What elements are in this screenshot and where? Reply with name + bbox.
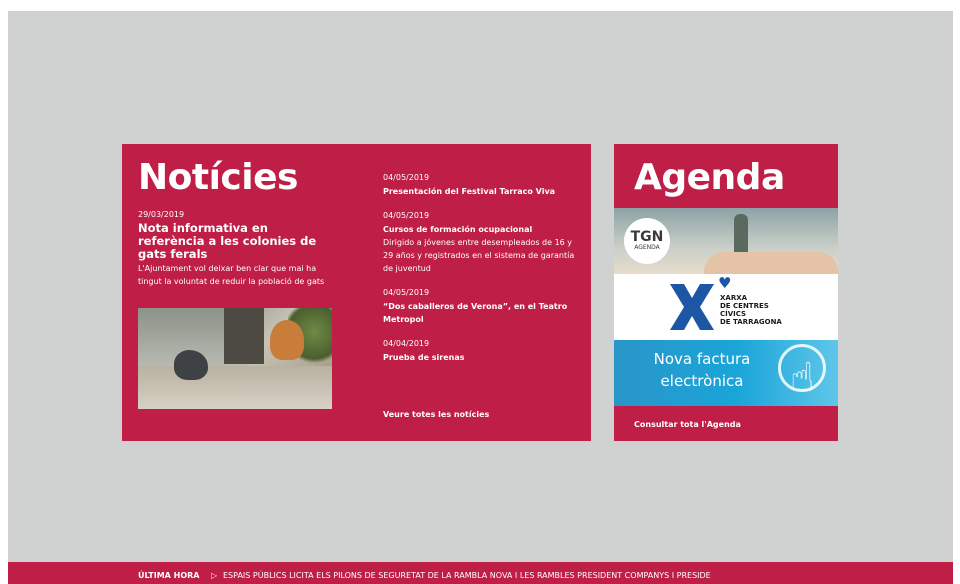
xarxa-line: DE CENTRES [720,302,769,310]
see-all-agenda-link[interactable]: Consultar tota l'Agenda [634,420,741,429]
xarxa-line: CÍVICS [720,310,747,318]
tgn-logo-subtext: AGENDA [634,244,660,251]
news-item-description: Dirigido a jóvenes entre desempleados de… [383,238,575,273]
xarxa-x-icon [670,284,714,330]
image-floor [138,366,332,409]
ticker-headline[interactable]: ESPAIS PÚBLICS LICITA ELS PILONS DE SEGU… [223,571,711,581]
ginger-cat [270,320,304,360]
grey-cat [174,350,208,380]
featured-news-description: L'Ajuntament vol deixar ben clar que mai… [138,264,325,286]
factura-electronica-banner[interactable]: Nova factura electrònica ☝ [614,340,838,406]
news-list-item[interactable]: 04/05/2019 Cursos de formación ocupacion… [383,210,583,275]
news-item-title[interactable]: Cursos de formación ocupacional [383,223,583,236]
news-heading: Notícies [138,157,298,198]
news-item-date: 04/05/2019 [383,173,430,182]
news-item-date: 04/05/2019 [383,211,430,220]
featured-news-date: 29/03/2019 [138,210,185,219]
pointing-hand-icon: ☝ [790,355,815,401]
agenda-panel: Agenda TGN AGENDA ♥ XARXA DE CENTRES CÍV… [614,144,838,441]
news-list-item[interactable]: 04/05/2019 “Dos caballeros de Verona”, e… [383,287,583,326]
news-list: 04/05/2019 Presentación del Festival Tar… [383,172,583,376]
xarxa-line: DE TARRAGONA [720,318,782,326]
page-background: Notícies 29/03/2019 Nota informativa en … [8,11,953,584]
image-doorway [224,308,264,364]
xarxa-line: XARXA [720,294,748,302]
hands-shape [704,252,838,274]
heart-icon: ♥ [718,274,732,292]
statue-shape [734,214,748,254]
news-item-date: 04/04/2019 [383,339,430,348]
featured-news-image[interactable] [138,308,332,409]
news-item-title[interactable]: “Dos caballeros de Verona”, en el Teatro… [383,300,583,326]
news-list-item[interactable]: 04/05/2019 Presentación del Festival Tar… [383,172,583,198]
agenda-heading: Agenda [634,157,785,198]
tgn-agenda-logo: TGN AGENDA [624,218,670,264]
news-item-date: 04/05/2019 [383,288,430,297]
featured-news-title[interactable]: Nota informativa en referència a les col… [138,222,336,261]
news-item-title[interactable]: Presentación del Festival Tarraco Viva [383,185,583,198]
tgn-agenda-banner[interactable]: TGN AGENDA [614,208,838,274]
see-all-news-link[interactable]: Veure totes les notícies [383,410,489,419]
factura-banner-text: Nova factura electrònica [653,350,751,390]
news-item-title[interactable]: Prueba de sirenas [383,351,583,364]
news-list-item[interactable]: 04/04/2019 Prueba de sirenas [383,338,583,364]
play-arrow-icon: ▷ [211,571,218,580]
xarxa-centres-civics-banner[interactable]: ♥ XARXA DE CENTRES CÍVICS DE TARRAGONA [614,274,838,340]
tgn-logo-text: TGN [630,229,664,245]
featured-news[interactable]: 29/03/2019 Nota informativa en referènci… [138,209,336,288]
news-panel: Notícies 29/03/2019 Nota informativa en … [122,144,591,441]
breaking-news-ticker[interactable]: ÚLTIMA HORA ▷ ESPAIS PÚBLICS LICITA ELS … [8,562,953,584]
xarxa-logo-text: XARXA DE CENTRES CÍVICS DE TARRAGONA [720,294,782,326]
ticker-label: ÚLTIMA HORA [138,571,200,580]
